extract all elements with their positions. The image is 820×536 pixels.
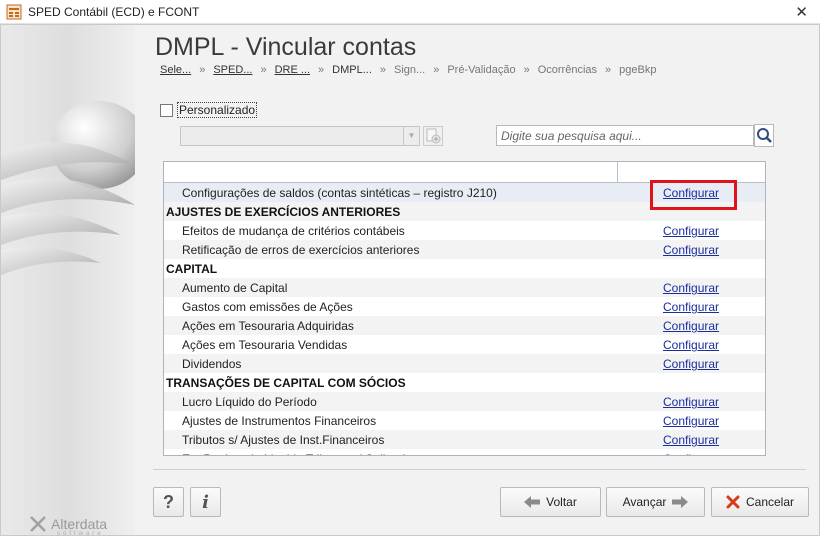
table-row[interactable]: Em Patrimonio Liquido Tributos s/ Coliga… <box>164 449 765 455</box>
grid-rows: Configurações de saldos (contas sintétic… <box>164 183 765 455</box>
help-button[interactable]: ? <box>153 487 184 517</box>
table-row[interactable]: Dividendos Configurar <box>164 354 765 373</box>
configurar-link[interactable]: Configurar <box>663 300 719 314</box>
breadcrumb-step: Pré-Validação <box>447 64 516 76</box>
window-title: SPED Contábil (ECD) e FCONT <box>28 5 200 19</box>
highlight-box <box>650 180 737 210</box>
group-label: TRANSAÇÕES DE CAPITAL COM SÓCIOS <box>166 376 406 390</box>
breadcrumb-separator: » <box>605 64 612 76</box>
breadcrumb-separator: » <box>379 64 386 76</box>
row-label: Em Patrimonio Liquido Tributos s/ Coliga… <box>182 452 418 455</box>
personalizado-option[interactable]: Personalizado <box>160 102 258 118</box>
brand-subtitle: software <box>57 531 104 536</box>
breadcrumb-step[interactable]: DRE ... <box>275 64 310 76</box>
search-input[interactable]: Digite sua pesquisa aqui... <box>496 125 754 146</box>
table-row[interactable]: Tributos s/ Ajustes de Inst.Financeiros C… <box>164 430 765 449</box>
breadcrumb-step: pgeBkp <box>619 64 657 76</box>
configurar-link[interactable]: Configurar <box>663 319 719 333</box>
configurar-link[interactable]: Configurar <box>663 224 719 238</box>
breadcrumb-step: DMPL... <box>332 64 372 76</box>
page-title: DMPL - Vincular contas <box>155 33 417 61</box>
model-select: ▼ <box>180 126 420 146</box>
breadcrumb-separator: » <box>199 64 206 76</box>
breadcrumb: Sele... » SPED... » DRE ... » DMPL... » Sign... »… <box>160 64 656 76</box>
configurar-link[interactable]: Configurar <box>663 395 719 409</box>
group-label: AJUSTES DE EXERCÍCIOS ANTERIORES <box>166 205 401 219</box>
column-divider <box>617 162 618 183</box>
back-button-label: Voltar <box>546 495 577 509</box>
table-row[interactable]: Retificação de erros de exercícios anter… <box>164 240 765 259</box>
search-button[interactable] <box>754 124 774 147</box>
table-row[interactable]: Aumento de Capital Configurar <box>164 278 765 297</box>
row-label: Lucro Líquido do Período <box>182 395 317 409</box>
decorative-graphic <box>1 101 135 275</box>
next-button[interactable]: Avançar <box>606 487 705 517</box>
arrow-right-icon <box>672 496 689 508</box>
row-label: Efeitos de mudança de critérios contábei… <box>182 224 405 238</box>
row-label: Ações em Tesouraria Adquiridas <box>182 319 354 333</box>
close-icon <box>726 495 740 509</box>
configurar-link[interactable]: Configurar <box>663 452 719 455</box>
info-button[interactable]: i <box>190 487 221 517</box>
configurar-link[interactable]: Configurar <box>663 414 719 428</box>
next-button-label: Avançar <box>622 495 667 509</box>
arrow-left-icon <box>524 496 541 508</box>
configurar-link[interactable]: Configurar <box>663 243 719 257</box>
breadcrumb-separator: » <box>260 64 267 76</box>
wizard-side-panel: Alterdata software <box>1 25 135 536</box>
table-row[interactable]: Efeitos de mudança de critérios contábei… <box>164 221 765 240</box>
configurar-link[interactable]: Configurar <box>663 433 719 447</box>
table-row[interactable]: Ajustes de Instrumentos Financeiros Confi… <box>164 411 765 430</box>
back-button[interactable]: Voltar <box>500 487 601 517</box>
personalizado-label[interactable]: Personalizado <box>177 102 258 118</box>
window-titlebar: SPED Contábil (ECD) e FCONT ✕ <box>0 0 820 24</box>
group-label: CAPITAL <box>166 262 218 276</box>
add-document-icon <box>426 128 441 144</box>
table-row[interactable]: Gastos com emissões de Ações Configurar <box>164 297 765 316</box>
row-label: Ações em Tesouraria Vendidas <box>182 338 348 352</box>
row-label: Configurações de saldos (contas sintétic… <box>182 186 497 200</box>
add-model-button <box>423 126 443 146</box>
row-label: Ajustes de Instrumentos Financeiros <box>182 414 377 428</box>
breadcrumb-separator: » <box>318 64 325 76</box>
row-label: Dividendos <box>182 357 242 371</box>
breadcrumb-step[interactable]: Sele... <box>160 64 191 76</box>
group-header-row: TRANSAÇÕES DE CAPITAL COM SÓCIOS <box>164 373 765 392</box>
cancel-button-label: Cancelar <box>745 495 795 509</box>
chevron-down-icon: ▼ <box>403 127 419 145</box>
breadcrumb-step: Sign... <box>394 64 426 76</box>
breadcrumb-step[interactable]: SPED... <box>213 64 252 76</box>
search-icon <box>757 128 772 143</box>
table-row[interactable]: Lucro Líquido do Período Configurar <box>164 392 765 411</box>
configurar-link[interactable]: Configurar <box>663 281 719 295</box>
row-label: Gastos com emissões de Ações <box>182 300 353 314</box>
cancel-button[interactable]: Cancelar <box>711 487 809 517</box>
table-row[interactable]: Ações em Tesouraria Vendidas Configurar <box>164 335 765 354</box>
table-row[interactable]: Ações em Tesouraria Adquiridas Configurar <box>164 316 765 335</box>
personalizado-checkbox[interactable] <box>160 103 173 117</box>
configurar-link[interactable]: Configurar <box>663 357 719 371</box>
configurar-link[interactable]: Configurar <box>663 338 719 352</box>
breadcrumb-separator: » <box>523 64 530 76</box>
row-label: Tributos s/ Ajustes de Inst.Financeiros <box>182 433 385 447</box>
brand-name: Alterdata <box>51 516 108 532</box>
row-label: Retificação de erros de exercícios anter… <box>182 243 420 257</box>
close-icon[interactable]: ✕ <box>795 3 808 21</box>
row-label: Aumento de Capital <box>182 281 288 295</box>
footer-divider <box>153 469 806 470</box>
breadcrumb-step: Ocorrências <box>537 64 598 76</box>
app-icon <box>6 4 22 20</box>
breadcrumb-separator: » <box>433 64 440 76</box>
group-header-row: CAPITAL <box>164 259 765 278</box>
alterdata-logo-icon <box>30 516 46 532</box>
